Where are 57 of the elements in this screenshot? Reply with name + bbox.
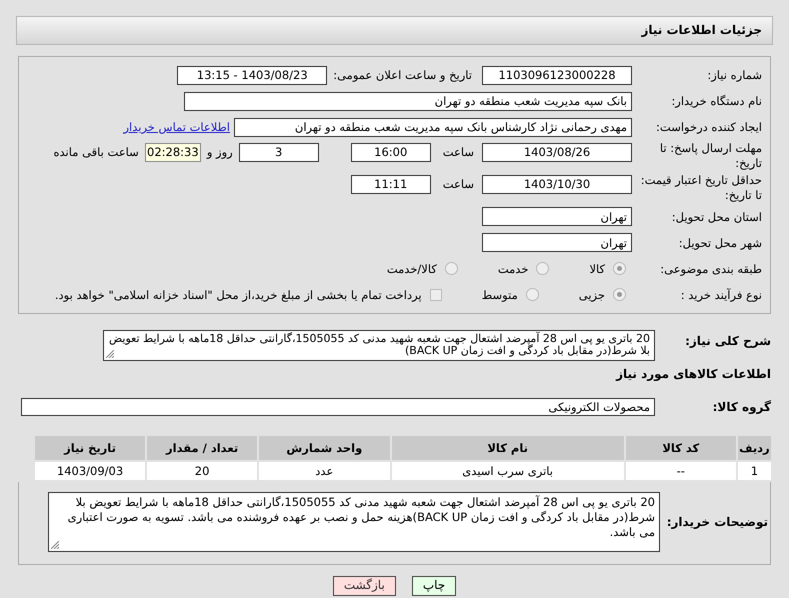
description-box[interactable]: 20 باتری یو پی اس 28 آمپرضد اشتعال جهت شعبه شهید مدنی کد 1505055،گارانتی حداقل 18ماهه با شرایط تعویض بلا شرط(در مقابل باد کردگی و افت زمان BACK UP): [103, 330, 655, 362]
field-label: نام دستگاه خریدار:: [670, 94, 763, 108]
field-label: شهر محل تحویل:: [678, 236, 763, 250]
column-header: ردیف: [736, 435, 772, 462]
text-field[interactable]: 1103096123000228: [482, 66, 632, 84]
text-field[interactable]: تهران: [482, 207, 632, 226]
field-label: شرح کلی نیاز:: [684, 332, 772, 350]
countdown-field[interactable]: 02:28:33: [144, 143, 201, 162]
field-label: استان محل تحویل:: [670, 210, 763, 224]
field-label: شماره نیاز:: [706, 68, 763, 82]
time-field[interactable]: 11:11: [350, 174, 431, 194]
text-field[interactable]: مهدی رحمانی نژاد کارشناس بانک سپه مدیریت شعب منطقه دو تهران: [234, 118, 632, 136]
text-field[interactable]: تهران: [482, 233, 632, 252]
table-cell: باتری سرب اسیدی: [390, 461, 625, 482]
text-field[interactable]: محصولات الکترونیکی: [21, 398, 655, 416]
text-field[interactable]: 1403/08/23 - 13:15: [177, 66, 328, 84]
field-label: حداقل تاریخ اعتبار قیمت: تا تاریخ:: [640, 172, 763, 203]
table-cell: 1403/09/03: [34, 461, 146, 482]
date-field[interactable]: 1403/08/26: [482, 143, 632, 162]
field-label: گروه کالا:: [712, 400, 772, 415]
section-title: اطلاعات کالاهای مورد نیاز: [616, 367, 772, 382]
checkbox-option[interactable]: پرداخت تمام یا بخشی از مبلغ خرید،از محل "اسناد خزانه اسلامی" خواهد بود.: [54, 288, 442, 302]
notes-box[interactable]: 20 باتری یو پی اس 28 آمپرضد اشتعال جهت شعبه شهید مدنی کد 1505055،گارانتی حداقل 18ماهه با شرایط تعویض بلا شرط(در مقابل باد کردگی و افت زمان BACK UP)هزینه حمل و نصب بر عهده فروشنده می باشد. تسویه به صورت اعتباری می باشد.: [48, 492, 660, 552]
print-button[interactable]: چاپ: [412, 576, 456, 596]
field-label: ساعت: [442, 177, 474, 192]
radio-option[interactable]: خدمت: [498, 262, 550, 276]
table-cell: 20: [146, 461, 258, 482]
radio-option[interactable]: جزیی: [578, 288, 626, 302]
resize-grip-icon[interactable]: [51, 541, 59, 550]
time-field[interactable]: 16:00: [350, 143, 431, 162]
field-label: ساعت: [442, 145, 474, 160]
table-cell: عدد: [258, 461, 391, 482]
table-cell: --: [624, 461, 737, 482]
column-header: واحد شمارش: [258, 435, 391, 462]
date-field[interactable]: 1403/10/30: [482, 174, 632, 194]
field-label: روز و: [206, 145, 233, 160]
days-field[interactable]: 3: [238, 143, 319, 162]
field-label: نوع فرآیند خرید :: [680, 288, 763, 302]
radio-option[interactable]: کالا: [589, 262, 626, 276]
field-label: مهلت ارسال پاسخ: تا تاریخ:: [658, 141, 763, 171]
field-label: ایجاد کننده درخواست:: [655, 120, 763, 134]
field-label: توضیحات خریدار:: [666, 514, 769, 530]
column-header: تعداد / مقدار: [146, 435, 258, 462]
column-header: تاریخ نیاز: [34, 435, 146, 462]
page-header: جزئیات اطلاعات نیاز: [16, 16, 773, 45]
text-field[interactable]: بانک سپه مدیریت شعب منطقه دو تهران: [184, 92, 632, 110]
field-label: طبقه بندی موضوعی:: [659, 262, 763, 276]
field-label: تاریخ و ساعت اعلان عمومی:: [333, 68, 472, 82]
field-label: ساعت باقی مانده: [54, 145, 139, 160]
radio-option[interactable]: کالا/خدمت: [386, 262, 458, 276]
table-cell: 1: [736, 461, 772, 482]
resize-grip-icon[interactable]: [106, 350, 114, 358]
back-button[interactable]: بازگشت: [332, 576, 396, 596]
column-header: کد کالا: [624, 435, 737, 462]
column-header: نام کالا: [390, 435, 625, 462]
contact-link[interactable]: اطلاعات تماس خریدار: [123, 120, 230, 134]
radio-option[interactable]: متوسط: [482, 288, 539, 302]
